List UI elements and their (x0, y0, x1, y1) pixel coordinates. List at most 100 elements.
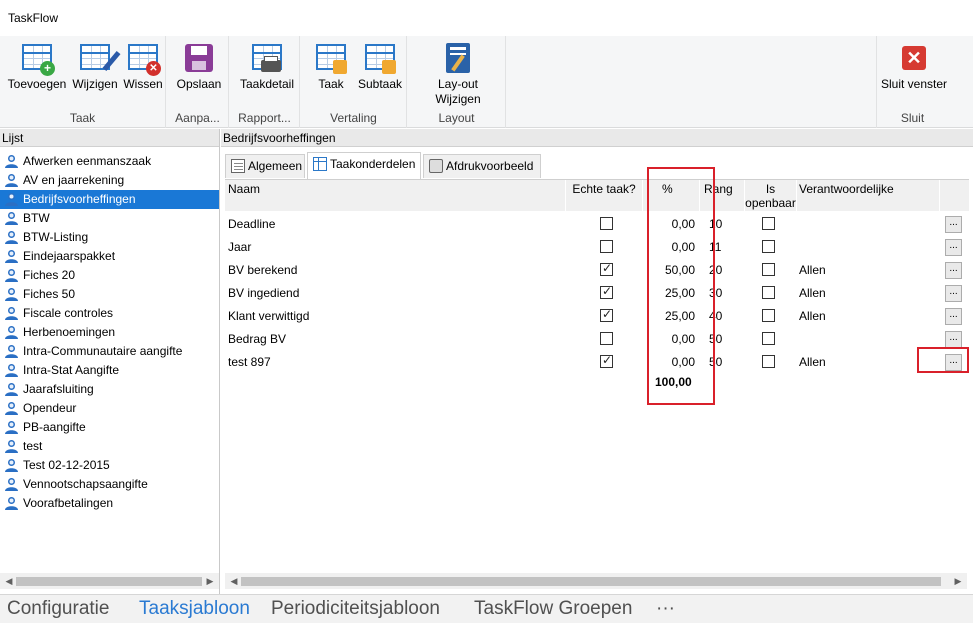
template-icon (4, 211, 19, 226)
scroll-right-icon[interactable]: ▶ (203, 573, 217, 589)
cell-verantwoordelijke[interactable]: Allen (799, 263, 826, 277)
list-item[interactable]: Bedrijfsvoorheffingen (0, 190, 219, 209)
cell-naam[interactable]: Deadline (228, 217, 275, 231)
list-item[interactable]: Eindejaarspakket (0, 247, 219, 266)
list-item[interactable]: Test 02-12-2015 (0, 456, 219, 475)
echte-taak-checkbox[interactable] (600, 217, 613, 230)
ellipsis-button[interactable]: ... (945, 239, 962, 256)
col-verantwoordelijke-header[interactable]: Verantwoordelijke (797, 180, 939, 211)
tab-taaksjabloon[interactable]: Taaksjabloon (139, 598, 250, 620)
openbaar-checkbox[interactable] (762, 286, 775, 299)
cell-verantwoordelijke[interactable]: Allen (799, 355, 826, 369)
list-item[interactable]: Fiches 20 (0, 266, 219, 285)
col-naam-header[interactable]: Naam (225, 180, 565, 211)
list-item[interactable]: AV en jaarrekening (0, 171, 219, 190)
echte-taak-checkbox[interactable] (600, 332, 613, 345)
template-icon (4, 458, 19, 473)
table-row[interactable]: BV ingediend25,0030Allen... (225, 282, 969, 305)
tab-taskflow-groepen[interactable]: TaskFlow Groepen (474, 598, 632, 620)
list-item[interactable]: Intra-Communautaire aangifte (0, 342, 219, 361)
wissen-button[interactable]: ✕ Wissen (122, 42, 164, 92)
scroll-thumb[interactable] (241, 577, 941, 586)
cell-verantwoordelijke[interactable]: Allen (799, 309, 826, 323)
taak-vertaling-button[interactable]: Taak (311, 42, 351, 92)
echte-taak-checkbox[interactable] (600, 261, 613, 276)
openbaar-checkbox[interactable] (762, 309, 775, 322)
openbaar-checkbox[interactable] (762, 240, 775, 253)
openbaar-checkbox[interactable] (762, 217, 775, 230)
tab-afdrukvoorbeeld[interactable]: Afdrukvoorbeeld (423, 154, 541, 178)
tab-algemeen[interactable]: Algemeen (225, 154, 305, 178)
table-row[interactable]: Jaar 0,00 11... (225, 236, 969, 259)
ribbon-group-taak: + Toevoegen Wijzigen ✕ Wissen Taak (0, 36, 166, 128)
list-item[interactable]: Intra-Stat Aangifte (0, 361, 219, 380)
echte-taak-checkbox[interactable] (600, 284, 613, 299)
ribbon-group-aanpassen: Opslaan Aanpa... (167, 36, 229, 128)
cell-naam[interactable]: BV berekend (228, 263, 297, 277)
ellipsis-button[interactable]: ... (945, 262, 962, 279)
cell-naam[interactable]: test 897 (228, 355, 271, 369)
cell-naam[interactable]: Bedrag BV (228, 332, 286, 346)
col-echte-header[interactable]: Echte taak? (566, 180, 642, 211)
list-item[interactable]: BTW-Listing (0, 228, 219, 247)
cell-naam[interactable]: BV ingediend (228, 286, 299, 300)
col-openbaar-header[interactable]: Is openbaar (745, 180, 796, 211)
save-icon (183, 42, 215, 74)
ribbon-group-layout: Lay-out Wijzigen Layout (408, 36, 506, 128)
list-item[interactable]: Opendeur (0, 399, 219, 418)
opslaan-button[interactable]: Opslaan (175, 42, 223, 92)
grid-horizontal-scrollbar[interactable]: ◀ ▶ (225, 573, 967, 589)
wijzigen-button[interactable]: Wijzigen (70, 42, 121, 92)
scroll-right-icon[interactable]: ▶ (951, 573, 965, 589)
more-tabs-icon[interactable]: ··· (656, 598, 675, 620)
template-icon (4, 363, 19, 378)
list-item[interactable]: Vennootschapsaangifte (0, 475, 219, 494)
list-horizontal-scrollbar[interactable]: ◀ ▶ (0, 573, 219, 589)
template-icon (4, 249, 19, 264)
toevoegen-button[interactable]: + Toevoegen (6, 42, 68, 92)
list-item[interactable]: Fiches 50 (0, 285, 219, 304)
list-item[interactable]: Voorafbetalingen (0, 494, 219, 513)
tab-periodiciteitsjabloon[interactable]: Periodiciteitsjabloon (271, 598, 440, 620)
table-row[interactable]: Deadline 0,00 10... (225, 213, 969, 236)
scroll-thumb[interactable] (16, 577, 202, 586)
table-row[interactable]: Klant verwittigd25,0040Allen... (225, 305, 969, 328)
tab-configuratie[interactable]: Configuratie (7, 598, 109, 620)
openbaar-checkbox[interactable] (762, 355, 775, 368)
list-item[interactable]: Jaarafsluiting (0, 380, 219, 399)
table-row[interactable]: BV berekend50,0020Allen... (225, 259, 969, 282)
list-item[interactable]: PB-aangifte (0, 418, 219, 437)
app-title: TaskFlow (8, 11, 59, 25)
template-icon (4, 496, 19, 511)
echte-taak-checkbox[interactable] (600, 307, 613, 322)
list-item[interactable]: Fiscale controles (0, 304, 219, 323)
tab-taakonderdelen[interactable]: Taakonderdelen (307, 152, 421, 179)
layout-wijzigen-button[interactable]: Lay-out Wijzigen (430, 42, 486, 107)
subtaak-vertaling-button[interactable]: Subtaak (355, 42, 405, 92)
openbaar-checkbox[interactable] (762, 332, 775, 345)
list-pane: Lijst Afwerken eenmanszaak AV en jaarreke… (0, 129, 220, 594)
cell-naam[interactable]: Jaar (228, 240, 251, 254)
scroll-left-icon[interactable]: ◀ (227, 573, 241, 589)
cell-naam[interactable]: Klant verwittigd (228, 309, 309, 323)
list-item[interactable]: Herbenoemingen (0, 323, 219, 342)
cell-verantwoordelijke[interactable]: Allen (799, 286, 826, 300)
list-item[interactable]: BTW (0, 209, 219, 228)
ellipsis-button[interactable]: ... (945, 308, 962, 325)
table-row[interactable]: test 8970,0050Allen... (225, 351, 969, 374)
list-item[interactable]: Afwerken eenmanszaak (0, 152, 219, 171)
template-icon (4, 439, 19, 454)
table-row[interactable]: Bedrag BV 0,00 50... (225, 328, 969, 351)
edit-grid-icon (79, 42, 121, 74)
openbaar-checkbox[interactable] (762, 263, 775, 276)
ellipsis-button[interactable]: ... (945, 331, 962, 348)
echte-taak-checkbox[interactable] (600, 353, 613, 368)
sluit-venster-button[interactable]: ✕ Sluit venster (879, 42, 949, 92)
list-item[interactable]: test (0, 437, 219, 456)
ribbon: + Toevoegen Wijzigen ✕ Wissen Taak Opsla… (0, 36, 973, 128)
scroll-left-icon[interactable]: ◀ (2, 573, 16, 589)
echte-taak-checkbox[interactable] (600, 240, 613, 253)
taakdetail-button[interactable]: Taakdetail (238, 42, 296, 92)
ellipsis-button[interactable]: ... (945, 216, 962, 233)
ellipsis-button[interactable]: ... (945, 285, 962, 302)
